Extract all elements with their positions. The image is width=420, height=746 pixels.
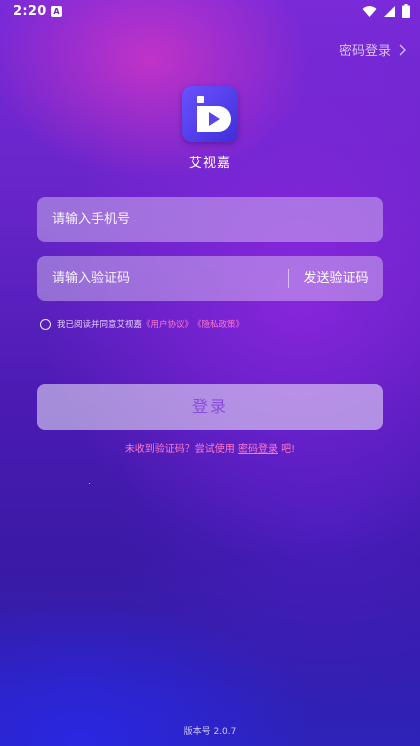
status-icons [362, 4, 410, 18]
wifi-icon [362, 5, 377, 18]
login-button[interactable]: 登录 [37, 384, 383, 430]
decorative-dot [89, 483, 90, 484]
status-time: 2:20 [13, 4, 47, 19]
phone-input[interactable] [37, 197, 383, 242]
password-login-link[interactable]: 密码登录 [339, 40, 406, 59]
code-field: 发送验证码 [37, 256, 383, 301]
user-agreement-link[interactable]: 《用户协议》 [142, 318, 193, 330]
app-name: 艾视嘉 [188, 156, 231, 171]
agree-checkbox[interactable] [40, 318, 51, 330]
signal-icon [383, 5, 396, 18]
privacy-policy-link[interactable]: 《隐私政策》 [193, 318, 244, 330]
battery-icon [402, 4, 410, 18]
code-input[interactable] [37, 256, 287, 301]
hint-suffix: 吧! [278, 444, 296, 455]
status-bar: 2:20 A [0, 0, 420, 24]
send-code-button[interactable]: 发送验证码 [289, 256, 383, 301]
password-login-label: 密码登录 [338, 44, 391, 59]
agreement-row: 我已阅读并同意艾视嘉 《用户协议》 《隐私政策》 [40, 318, 244, 330]
login-screen: 2:20 A 密码登录 艾视嘉 请输入手机号 请输入验证码 发送验证码 我已阅读… [0, 0, 420, 746]
app-logo [182, 86, 238, 142]
hint-prefix: 未收到验证码？尝试使用 [124, 444, 238, 455]
version-label: 版本号 2.0.7 [183, 727, 237, 737]
chevron-right-icon [399, 44, 406, 56]
notification-a-icon: A [51, 6, 62, 17]
agreement-text: 我已阅读并同意艾视嘉 [57, 320, 143, 330]
hint-password-login-link[interactable]: 密码登录 [238, 444, 278, 455]
phone-field [37, 197, 383, 242]
hint-text: 未收到验证码？尝试使用 密码登录 吧! [0, 440, 420, 455]
